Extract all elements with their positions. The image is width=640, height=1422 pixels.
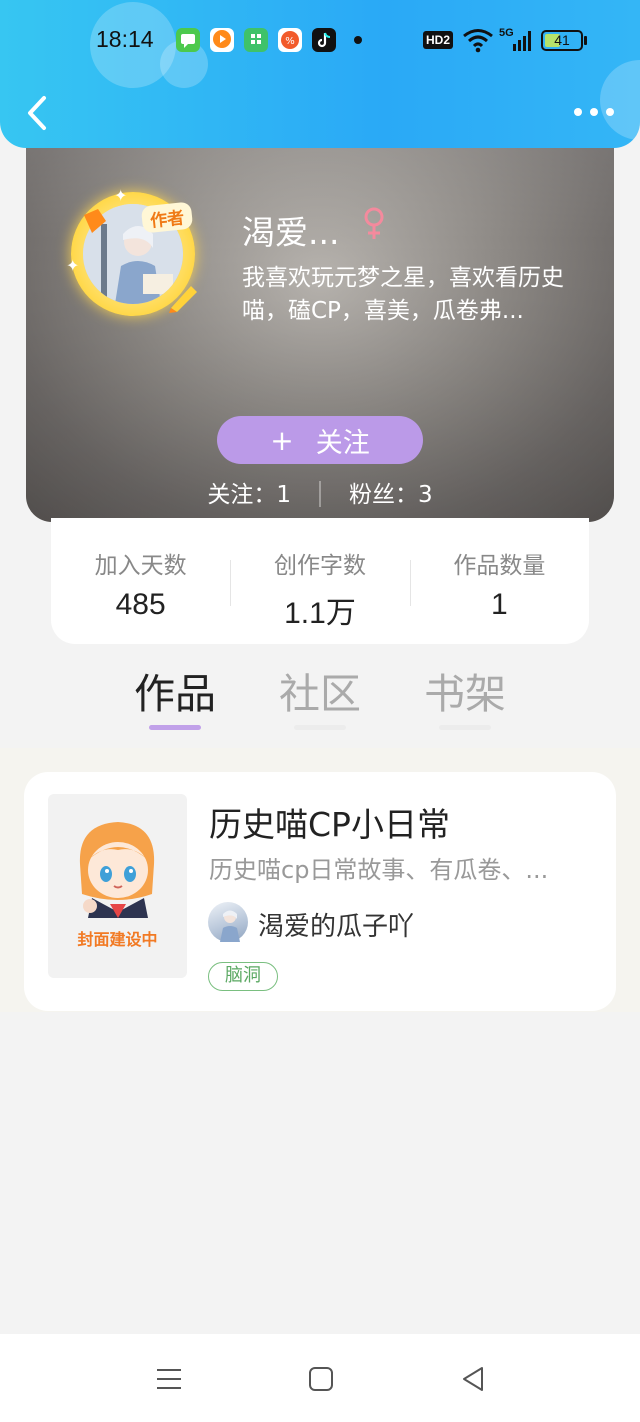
battery-icon: 41: [541, 30, 583, 51]
wifi-icon: [463, 29, 493, 53]
svg-text:%: %: [285, 36, 295, 47]
tiktok-icon: [312, 28, 336, 52]
stat-word-count: 创作字数 1.1万: [230, 546, 409, 632]
follow-counts: 关注：1 粉丝：3: [26, 475, 614, 509]
stats-panel: 加入天数 485 创作字数 1.1万 作品数量 1: [51, 518, 589, 644]
stat-label: 加入天数: [94, 553, 187, 579]
stat-join-days: 加入天数 485: [51, 546, 230, 622]
tab-indicator: [294, 725, 346, 730]
battery-tip: [584, 36, 587, 45]
sparkle-icon: ✦: [114, 186, 128, 205]
cover-placeholder-text: 封面建设中: [77, 930, 158, 949]
work-tag[interactable]: 脑洞: [208, 962, 278, 991]
tab-active-indicator: [149, 725, 201, 730]
back-triangle-icon[interactable]: [458, 1364, 488, 1394]
menu-icon[interactable]: [154, 1364, 184, 1394]
hd-indicator: HD2: [423, 31, 454, 49]
more-dots-icon[interactable]: [574, 100, 614, 124]
profile-card: 作者 ✦ ✦ 渴爱... 我喜欢玩元梦之星，喜欢看历史喵，磕CP，喜美，瓜卷弗.…: [26, 120, 614, 522]
tab-works[interactable]: 作品: [115, 660, 235, 720]
stat-value: 1: [490, 588, 508, 621]
notification-dot-icon: [354, 36, 362, 44]
video-app-icon: [210, 28, 234, 52]
messages-icon: [176, 28, 200, 52]
home-square-icon[interactable]: [306, 1364, 336, 1394]
work-title[interactable]: 历史喵CP小日常: [209, 798, 450, 846]
chevron-left-icon[interactable]: [22, 94, 52, 132]
signal-icon: [513, 31, 531, 51]
tab-bookshelf[interactable]: 书架: [405, 660, 525, 720]
author-avatar: [208, 902, 248, 942]
pencil-icon: [169, 286, 197, 313]
female-icon: [364, 207, 384, 239]
stat-label: 作品数量: [453, 553, 546, 579]
cover-mascot-image: [79, 822, 155, 918]
username: 渴爱...: [242, 213, 340, 252]
work-card[interactable]: 封面建设中 历史喵CP小日常 历史喵cp日常故事、有瓜卷、... 渴爱的瓜子吖 …: [24, 772, 616, 1011]
profile-tabs: 作品 社区 书架: [0, 660, 640, 750]
stat-value: 485: [115, 588, 166, 621]
follow-button-label: 关注: [315, 427, 370, 459]
tab-community[interactable]: 社区: [260, 660, 380, 720]
battery-level: 41: [554, 32, 570, 48]
red-app-icon: %: [278, 28, 302, 52]
profile-bio: 我喜欢玩元梦之星，喜欢看历史喵，磕CP，喜美，瓜卷弗...: [242, 265, 564, 324]
plus-icon: +: [270, 423, 294, 457]
flag-icon: [84, 209, 106, 233]
system-nav-bar: [0, 1334, 640, 1422]
following-count[interactable]: 关注：1: [207, 475, 291, 509]
followers-count[interactable]: 粉丝：3: [349, 475, 433, 509]
work-author[interactable]: 渴爱的瓜子吖: [258, 906, 414, 943]
tab-indicator: [439, 725, 491, 730]
stat-label: 创作字数: [273, 553, 366, 579]
store-icon: [244, 28, 268, 52]
work-cover[interactable]: 封面建设中: [48, 794, 187, 978]
top-bar: 18:14 % HD2 5G 41: [0, 0, 640, 148]
work-description: 历史喵cp日常故事、有瓜卷、...: [209, 856, 549, 884]
sparkle-icon: ✦: [66, 256, 80, 275]
follow-button[interactable]: + 关注: [217, 416, 423, 464]
status-time: 18:14: [96, 26, 154, 52]
author-badge: 作者: [140, 201, 194, 234]
stat-works-count: 作品数量 1: [409, 546, 589, 622]
stat-value: 1.1万: [284, 597, 356, 630]
divider: [319, 481, 321, 507]
